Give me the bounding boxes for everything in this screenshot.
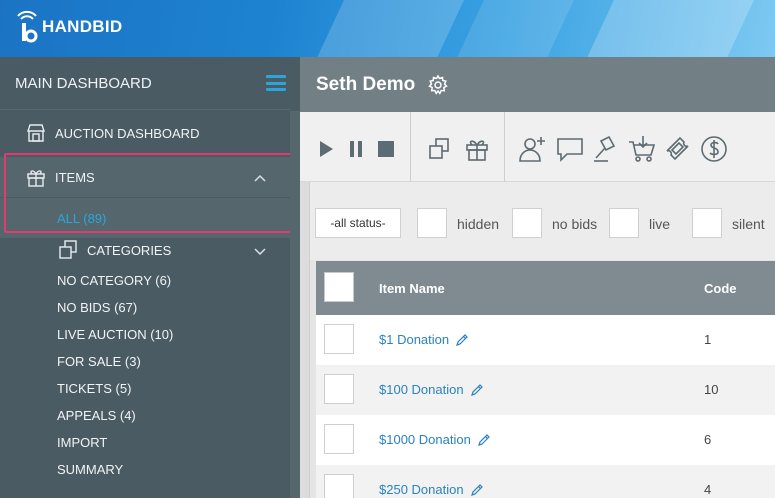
sidebar-title: MAIN DASHBOARD	[15, 74, 152, 92]
brand-bar: HANDBID	[0, 0, 775, 57]
sidebar-subitem-for-sale[interactable]: FOR SALE (3)	[57, 354, 141, 369]
item-name-link[interactable]: $100 Donation	[379, 382, 484, 397]
pencil-icon[interactable]	[470, 483, 484, 497]
sidebar: MAIN DASHBOARD AUCTION DASHBOARD ITEMS A…	[0, 57, 300, 498]
item-name-link[interactable]: $250 Donation	[379, 482, 484, 497]
sidebar-item-all[interactable]: ALL (89)	[0, 198, 290, 238]
handbid-logo-icon	[14, 8, 40, 44]
sidebar-subitem-appeals[interactable]: APPEALS (4)	[57, 408, 136, 423]
row-checkbox[interactable]	[324, 424, 354, 454]
table-row: $250 Donation 4	[316, 465, 775, 498]
select-all-checkbox[interactable]	[324, 272, 354, 302]
chevron-down-icon[interactable]	[254, 244, 266, 259]
sidebar-item-label: CATEGORIES	[87, 242, 172, 258]
auction-actions	[516, 126, 730, 172]
item-actions	[424, 126, 492, 172]
cart-icon[interactable]	[626, 134, 658, 164]
playback-controls	[316, 126, 396, 172]
item-name: $1 Donation	[379, 332, 450, 347]
sidebar-item-auction-dashboard[interactable]: AUCTION DASHBOARD	[0, 118, 290, 148]
item-name: $250 Donation	[379, 482, 464, 497]
item-code: 1	[704, 332, 712, 347]
sidebar-item-label: AUCTION DASHBOARD	[55, 125, 200, 141]
sidebar-subitem-summary[interactable]: SUMMARY	[57, 462, 123, 477]
table-row: $1 Donation 1	[316, 315, 775, 365]
storefront-icon	[25, 122, 47, 144]
gift-icon[interactable]	[462, 136, 492, 162]
item-code: 10	[704, 382, 719, 397]
table-row: $1000 Donation 6	[316, 415, 775, 465]
row-checkbox[interactable]	[324, 324, 354, 354]
item-name-link[interactable]: $1000 Donation	[379, 432, 491, 447]
gift-icon	[25, 166, 47, 188]
hidden-label: hidden	[457, 216, 500, 232]
sidebar-subitem-no-bids[interactable]: NO BIDS (67)	[57, 300, 137, 315]
hidden-checkbox[interactable]	[417, 208, 447, 238]
item-code: 4	[704, 482, 712, 497]
toolbar	[300, 112, 775, 182]
brand-name: HANDBID	[42, 17, 123, 36]
message-icon[interactable]	[554, 135, 586, 163]
column-header-item-name[interactable]: Item Name	[379, 281, 445, 296]
silent-checkbox[interactable]	[692, 208, 722, 238]
clone-icon	[57, 239, 79, 261]
sidebar-subitem-tickets[interactable]: TICKETS (5)	[57, 381, 131, 396]
table-header: Item Name Code	[316, 261, 775, 315]
status-select[interactable]: -all status-	[315, 208, 401, 238]
stop-icon[interactable]	[376, 140, 396, 158]
sidebar-scrollbar[interactable]	[290, 111, 300, 498]
toolbar-separator	[504, 112, 505, 182]
item-name-link[interactable]: $1 Donation	[379, 332, 469, 347]
silent-label: silent	[732, 216, 765, 232]
play-icon[interactable]	[316, 140, 336, 158]
sidebar-subitem-no-category[interactable]: NO CATEGORY (6)	[57, 273, 171, 288]
no-bids-label: no bids	[552, 216, 598, 232]
sidebar-item-items[interactable]: ITEMS	[0, 157, 290, 197]
add-user-icon[interactable]	[516, 134, 550, 164]
chevron-up-icon[interactable]	[254, 170, 266, 185]
item-name: $1000 Donation	[379, 432, 471, 447]
sidebar-item-categories[interactable]: CATEGORIES	[0, 235, 290, 265]
sidebar-item-label: ITEMS	[55, 169, 95, 185]
toolbar-separator	[410, 112, 411, 182]
filter-bar: -all status- hidden no bids live silent	[310, 182, 775, 260]
sidebar-header: MAIN DASHBOARD	[0, 57, 300, 109]
table-row: $100 Donation 10	[316, 365, 775, 415]
row-checkbox[interactable]	[324, 374, 354, 404]
item-name: $100 Donation	[379, 382, 464, 397]
pause-icon[interactable]	[346, 140, 366, 158]
row-checkbox[interactable]	[324, 474, 354, 498]
pencil-icon[interactable]	[470, 383, 484, 397]
dollar-icon[interactable]	[698, 134, 730, 164]
page-header: Seth Demo	[300, 57, 775, 112]
sidebar-subitem-import[interactable]: IMPORT	[57, 435, 107, 450]
brand-logo[interactable]: HANDBID	[14, 8, 122, 44]
live-checkbox[interactable]	[609, 208, 639, 238]
page-title: Seth Demo	[316, 73, 416, 95]
column-header-code[interactable]: Code	[704, 281, 737, 296]
gavel-icon[interactable]	[590, 134, 622, 164]
menu-toggle-icon[interactable]	[266, 75, 286, 91]
pencil-icon[interactable]	[477, 433, 491, 447]
sidebar-divider	[0, 109, 290, 110]
sidebar-subitem-live-auction[interactable]: LIVE AUCTION (10)	[57, 327, 173, 342]
item-code: 6	[704, 432, 712, 447]
sidebar-item-label: ALL (89)	[57, 210, 107, 226]
clone-icon[interactable]	[424, 136, 454, 162]
pencil-icon[interactable]	[455, 333, 469, 347]
no-bids-checkbox[interactable]	[512, 208, 542, 238]
gear-icon[interactable]	[427, 74, 449, 96]
live-label: live	[649, 216, 671, 232]
ticket-icon[interactable]	[662, 134, 694, 164]
